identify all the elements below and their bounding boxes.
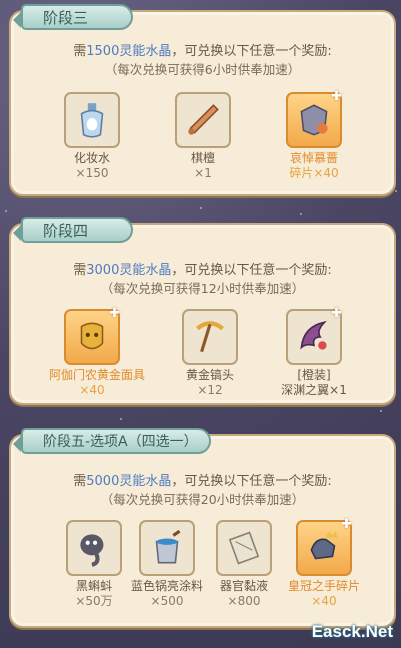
stage-five-title: 阶段五-选项A（四选一） xyxy=(13,428,211,454)
stage-four-card: 阶段四 需3000灵能水晶，可兑换以下任意一个奖励: （每次兑换可获得12小时供… xyxy=(9,217,396,405)
stage-three-title: 阶段三 xyxy=(13,4,133,30)
wooden-stick-icon xyxy=(175,92,231,148)
plus-icon: ✚ xyxy=(331,306,342,321)
reward-pickaxe[interactable]: 黄金镐头 ×12 xyxy=(173,309,247,398)
stage-five-note: （每次兑换可获得20小时供奉加速） xyxy=(100,492,305,507)
plus-icon: ✚ xyxy=(109,306,120,321)
stage-four-note: （每次兑换可获得12小时供奉加速） xyxy=(100,281,305,296)
tadpole-icon xyxy=(66,520,122,576)
paint-bucket-icon xyxy=(139,520,195,576)
stage-five-card: 阶段五-选项A（四选一） 需5000灵能水晶，可兑换以下任意一个奖励: （每次兑… xyxy=(9,428,396,628)
stage-three-card: 阶段三 需1500灵能水晶，可兑换以下任意一个奖励: （每次兑换可获得6小时供奉… xyxy=(9,4,396,196)
reward-scroll[interactable]: 器官黏液 ×800 xyxy=(207,520,281,609)
reward-armor-shard[interactable]: ✚ 哀悼慕蔷 碎片×40 xyxy=(277,89,351,181)
reward-wooden-stick[interactable]: 棋檀 ×1 xyxy=(166,92,240,181)
pickaxe-icon xyxy=(182,309,238,365)
golden-mask-icon: ✚ xyxy=(64,306,120,365)
reward-crown-hand[interactable]: ✚ 皇冠之手碎片 ×40 xyxy=(285,517,363,609)
perfume-bottle-icon xyxy=(64,92,120,148)
stage-five-requirement: 需5000灵能水晶，可兑换以下任意一个奖励: xyxy=(73,474,332,489)
crown-hand-icon: ✚ xyxy=(296,517,352,576)
stage-four-title: 阶段四 xyxy=(13,217,133,243)
reward-paint-bucket[interactable]: 蓝色锅亮涂料 ×500 xyxy=(129,520,205,609)
stage-three-requirement: 需1500灵能水晶，可兑换以下任意一个奖励: xyxy=(73,44,332,59)
armor-shard-icon: ✚ xyxy=(286,89,342,148)
reward-golden-mask[interactable]: ✚ 阿伽门农黄金面具 ×40 xyxy=(49,306,145,398)
reward-perfume[interactable]: 化妆水 ×150 xyxy=(55,92,129,181)
stage-three-note: （每次兑换可获得6小时供奉加速） xyxy=(104,62,301,77)
scroll-icon xyxy=(216,520,272,576)
reward-abyss-wing[interactable]: ✚ [橙装] 深渊之翼×1 xyxy=(277,306,351,398)
plus-icon: ✚ xyxy=(341,517,352,532)
stage-four-requirement: 需3000灵能水晶，可兑换以下任意一个奖励: xyxy=(73,263,332,278)
watermark: Easck.Net xyxy=(311,622,393,641)
plus-icon: ✚ xyxy=(331,89,342,104)
reward-tadpole[interactable]: 黑蝌蚪 ×50万 xyxy=(57,520,131,609)
abyss-wing-icon: ✚ xyxy=(286,306,342,365)
